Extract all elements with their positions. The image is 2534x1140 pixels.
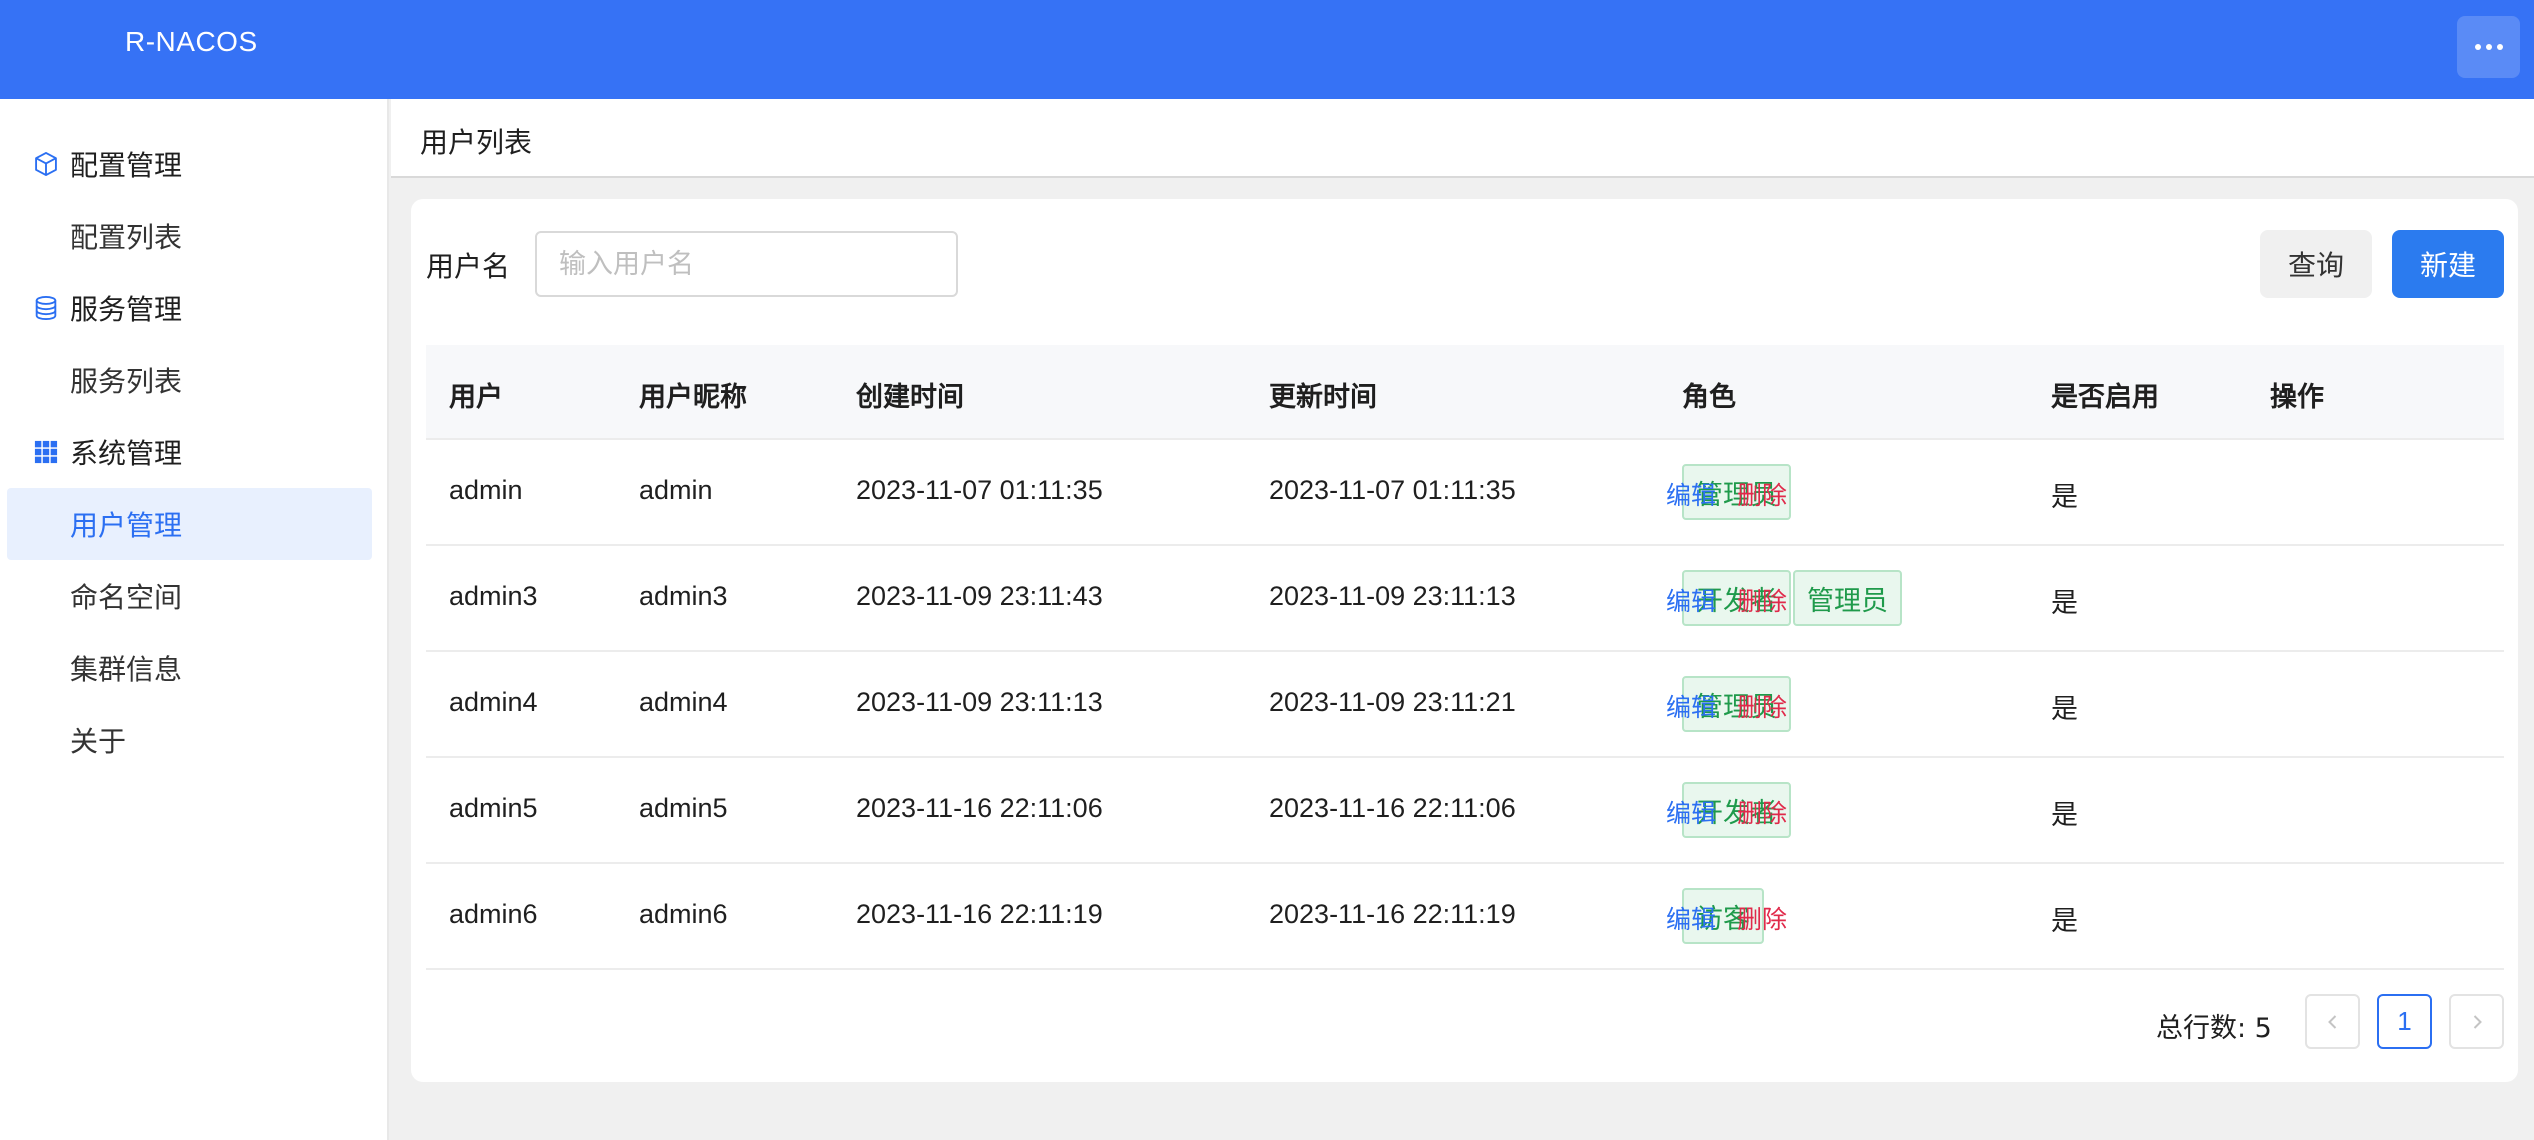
- table-row: admin4 admin4 2023-11-09 23:11:13 2023-1…: [426, 652, 2504, 758]
- table-row: admin5 admin5 2023-11-16 22:11:06 2023-1…: [426, 758, 2504, 864]
- cell-user: admin5: [449, 793, 538, 823]
- table-row: admin6 admin6 2023-11-16 22:11:19 2023-1…: [426, 864, 2504, 970]
- cell-nickname: admin4: [639, 687, 728, 717]
- table-row: admin3 admin3 2023-11-09 23:11:43 2023-1…: [426, 546, 2504, 652]
- table-header: 用户 用户昵称 创建时间 更新时间 角色 是否启用 操作: [426, 345, 2504, 440]
- cell-enabled: 是: [2051, 694, 2078, 724]
- column-header-updated[interactable]: 更新时间: [1269, 375, 1377, 414]
- content-card: 用户名 查询 新建 用户 用户昵称 创建时间 更新时间 角色 是否启用 操作 a…: [411, 199, 2518, 1082]
- sidebar-item-config-list[interactable]: 配置列表: [7, 200, 372, 272]
- cell-enabled: 是: [2051, 906, 2078, 936]
- cell-created: 2023-11-16 22:11:19: [856, 899, 1103, 929]
- sidebar-item-label: 服务列表: [70, 365, 183, 398]
- cell-created: 2023-11-09 23:11:43: [856, 581, 1103, 611]
- more-dot: [2485, 44, 2492, 50]
- delete-link[interactable]: 删除: [1737, 688, 1787, 724]
- cell-user: admin4: [449, 687, 538, 717]
- column-header-actions: 操作: [2270, 382, 2324, 413]
- edit-link[interactable]: 编辑: [1666, 476, 1716, 512]
- delete-link[interactable]: 删除: [1737, 582, 1787, 618]
- new-user-button[interactable]: 新建: [2392, 230, 2504, 298]
- database-icon: [35, 295, 57, 321]
- page-header: 用户列表: [391, 99, 2534, 178]
- cell-created: 2023-11-16 22:11:06: [856, 793, 1103, 823]
- sidebar-item-label: 命名空间: [70, 581, 183, 614]
- sidebar-item-about[interactable]: 关于: [7, 704, 372, 776]
- cell-updated: 2023-11-16 22:11:06: [1269, 793, 1516, 823]
- cell-created: 2023-11-07 01:11:35: [856, 475, 1103, 505]
- top-bar: R-NACOS: [0, 0, 2534, 99]
- sidebar-item-label: 用户管理: [70, 509, 183, 542]
- more-dot: [2496, 44, 2503, 50]
- column-header-enabled[interactable]: 是否启用: [2051, 375, 2159, 414]
- delete-link[interactable]: 删除: [1737, 794, 1787, 830]
- next-page-button[interactable]: [2449, 994, 2504, 1049]
- chevron-left-icon: [2327, 1014, 2336, 1029]
- search-label: 用户名: [426, 250, 511, 283]
- cell-nickname: admin5: [639, 793, 728, 823]
- sidebar-item-label: 关于: [70, 725, 127, 758]
- more-horizontal-icon: [2474, 44, 2481, 50]
- cell-nickname: admin3: [639, 581, 728, 611]
- edit-link[interactable]: 编辑: [1666, 582, 1716, 618]
- edit-link[interactable]: 编辑: [1666, 900, 1716, 936]
- cell-user: admin3: [449, 581, 538, 611]
- prev-page-button[interactable]: [2305, 994, 2360, 1049]
- page-number-button[interactable]: 1: [2377, 994, 2432, 1049]
- cell-created: 2023-11-09 23:11:13: [856, 687, 1103, 717]
- edit-link[interactable]: 编辑: [1666, 794, 1716, 830]
- role-tag: 管理员: [1793, 570, 1902, 626]
- sidebar-item-label: 配置列表: [70, 221, 183, 254]
- sidebar-item-service-list[interactable]: 服务列表: [7, 344, 372, 416]
- cell-nickname: admin6: [639, 899, 728, 929]
- sidebar: 配置管理 配置列表 服务管理 服务列表 系统管理 用户管理 命名空间 集群信息 …: [0, 99, 389, 1140]
- cell-enabled: 是: [2051, 588, 2078, 618]
- column-header-roles[interactable]: 角色: [1682, 375, 1736, 414]
- query-button[interactable]: 查询: [2260, 230, 2372, 298]
- grid-icon: [34, 440, 58, 464]
- cell-user: admin: [449, 475, 523, 505]
- sidebar-group-system[interactable]: 系统管理: [0, 416, 389, 488]
- column-header-nickname[interactable]: 用户昵称: [639, 375, 747, 414]
- chevron-right-icon: [2473, 1014, 2482, 1029]
- sidebar-group-label: 服务管理: [70, 293, 183, 326]
- sidebar-group-config[interactable]: 配置管理: [0, 128, 389, 200]
- edit-link[interactable]: 编辑: [1666, 688, 1716, 724]
- cell-updated: 2023-11-09 23:11:13: [1269, 581, 1516, 611]
- sidebar-item-namespace[interactable]: 命名空间: [7, 560, 372, 632]
- delete-link[interactable]: 删除: [1737, 476, 1787, 512]
- column-header-created[interactable]: 创建时间: [856, 375, 964, 414]
- cell-enabled: 是: [2051, 482, 2078, 512]
- cube-icon: [35, 151, 57, 177]
- total-rows-text: 总行数: 5: [2156, 1013, 2272, 1044]
- delete-link[interactable]: 删除: [1737, 900, 1787, 936]
- cell-user: admin6: [449, 899, 538, 929]
- table-row: admin admin 2023-11-07 01:11:35 2023-11-…: [426, 440, 2504, 546]
- cell-updated: 2023-11-09 23:11:21: [1269, 687, 1516, 717]
- cell-updated: 2023-11-16 22:11:19: [1269, 899, 1516, 929]
- page-title: 用户列表: [420, 126, 533, 159]
- username-search-input[interactable]: [535, 231, 958, 297]
- sidebar-item-label: 集群信息: [70, 653, 183, 686]
- sidebar-item-user-management[interactable]: 用户管理: [7, 488, 372, 560]
- app-logo[interactable]: R-NACOS: [125, 26, 258, 58]
- cell-updated: 2023-11-07 01:11:35: [1269, 475, 1516, 505]
- sidebar-group-service[interactable]: 服务管理: [0, 272, 389, 344]
- cell-nickname: admin: [639, 475, 713, 505]
- cell-enabled: 是: [2051, 800, 2078, 830]
- sidebar-item-cluster-info[interactable]: 集群信息: [7, 632, 372, 704]
- sidebar-group-label: 系统管理: [70, 437, 183, 470]
- more-menu-button[interactable]: [2457, 16, 2520, 78]
- column-header-user[interactable]: 用户: [449, 375, 503, 414]
- sidebar-group-label: 配置管理: [70, 149, 183, 182]
